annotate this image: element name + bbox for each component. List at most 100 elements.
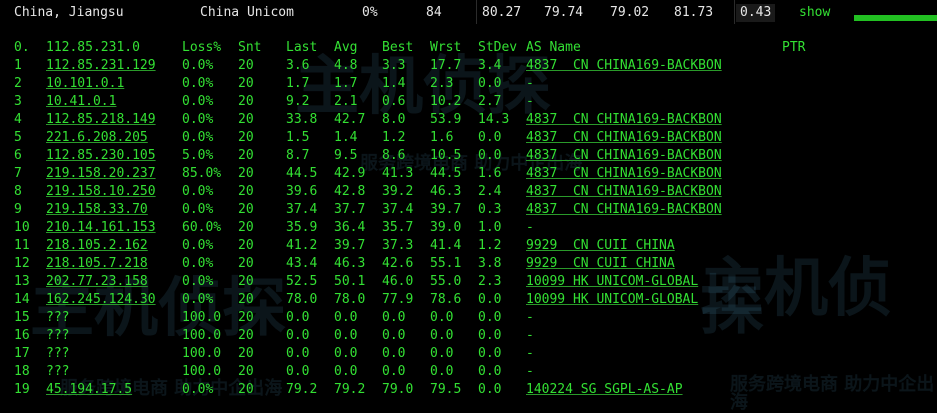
header-asname: AS Name <box>526 40 581 55</box>
hop-wrst: 39.0 <box>430 220 462 235</box>
hop-stdev: 0.0 <box>478 76 502 91</box>
hop-snt: 20 <box>238 292 254 307</box>
hop-loss: 85.0% <box>182 166 222 181</box>
hop-host[interactable]: 10.41.0.1 <box>46 93 116 111</box>
hop-number: 2 <box>14 76 22 91</box>
hop-wrst: 55.0 <box>430 274 462 289</box>
hop-last: 1.5 <box>286 130 310 145</box>
summary-divider <box>734 0 735 24</box>
hop-number: 18 <box>14 364 30 379</box>
hop-host[interactable]: 218.105.7.218 <box>46 255 148 273</box>
hop-loss: 60.0% <box>182 220 222 235</box>
hop-host[interactable]: 202.77.23.158 <box>46 273 148 291</box>
hop-asname[interactable]: 4837 CN CHINA169-BACKBON <box>526 147 722 165</box>
hop-host[interactable]: ??? <box>46 309 69 327</box>
hop-host[interactable]: ??? <box>46 363 69 381</box>
hop-asname[interactable]: 4837 CN CHINA169-BACKBON <box>526 201 722 219</box>
hop-asname[interactable]: - <box>526 219 534 237</box>
hop-host[interactable]: 218.105.2.162 <box>46 237 148 255</box>
hop-host[interactable]: 162.245.124.30 <box>46 291 156 309</box>
hop-snt: 20 <box>238 274 254 289</box>
hop-asname[interactable]: 4837 CN CHINA169-BACKBON <box>526 183 722 201</box>
hop-loss: 0.0% <box>182 130 214 145</box>
hop-snt: 20 <box>238 310 254 325</box>
hop-best: 0.0 <box>382 364 406 379</box>
hop-best: 37.3 <box>382 238 414 253</box>
hop-asname[interactable]: 4837 CN CHINA169-BACKBON <box>526 57 722 75</box>
hop-host[interactable]: 112.85.231.129 <box>46 57 156 75</box>
hop-asname[interactable]: 140224 SG SGPL-AS-AP <box>526 381 683 399</box>
hop-asname[interactable]: 10099 HK UNICOM-GLOBAL <box>526 273 698 291</box>
hop-host[interactable]: 45.194.17.5 <box>46 381 132 399</box>
hop-wrst: 53.9 <box>430 112 462 127</box>
hop-stdev: 3.8 <box>478 256 502 271</box>
hop-snt: 20 <box>238 184 254 199</box>
hop-wrst: 78.6 <box>430 292 462 307</box>
hop-last: 78.0 <box>286 292 318 307</box>
hop-wrst: 41.4 <box>430 238 462 253</box>
hop-best: 0.0 <box>382 346 406 361</box>
hop-wrst: 2.3 <box>430 76 454 91</box>
hop-asname[interactable]: 9929 CN CUII CHINA <box>526 237 675 255</box>
hop-loss: 100.0 <box>182 310 222 325</box>
hop-host[interactable]: ??? <box>46 345 69 363</box>
hop-asname[interactable]: 4837 CN CHINA169-BACKBON <box>526 165 722 183</box>
hop-asname[interactable]: 4837 CN CHINA169-BACKBON <box>526 129 722 147</box>
hop-number: 8 <box>14 184 22 199</box>
hop-best: 77.9 <box>382 292 414 307</box>
watermark-brand-3: 主机侦探 <box>700 252 892 344</box>
hop-best: 1.2 <box>382 130 406 145</box>
hop-snt: 20 <box>238 76 254 91</box>
hop-host[interactable]: 219.158.20.237 <box>46 165 156 183</box>
hop-asname[interactable]: 10099 HK UNICOM-GLOBAL <box>526 291 698 309</box>
hop-stdev: 0.0 <box>478 346 502 361</box>
hop-asname[interactable]: 4837 CN CHINA169-BACKBON <box>526 111 722 129</box>
hop-snt: 20 <box>238 166 254 181</box>
hop-stdev: 0.0 <box>478 148 502 163</box>
hop-best: 46.0 <box>382 274 414 289</box>
hop-asname[interactable]: - <box>526 345 534 363</box>
hop-host[interactable]: 221.6.208.205 <box>46 129 148 147</box>
show-button[interactable]: show <box>799 4 830 22</box>
hop-host[interactable]: 219.158.10.250 <box>46 183 156 201</box>
hop-host[interactable]: 210.14.161.153 <box>46 219 156 237</box>
hop-asname[interactable]: - <box>526 93 534 111</box>
hop-loss: 0.0% <box>182 58 214 73</box>
hop-loss: 100.0 <box>182 328 222 343</box>
hop-wrst: 10.2 <box>430 94 462 109</box>
hop-asname[interactable]: - <box>526 309 534 327</box>
hop-asname[interactable]: - <box>526 327 534 345</box>
hop-avg: 78.0 <box>334 292 366 307</box>
hop-host[interactable]: 112.85.218.149 <box>46 111 156 129</box>
header-last: Last <box>286 40 318 55</box>
hop-number: 11 <box>14 238 30 253</box>
hop-avg: 37.7 <box>334 202 366 217</box>
hop-wrst: 10.5 <box>430 148 462 163</box>
hop-loss: 100.0 <box>182 364 222 379</box>
hop-snt: 20 <box>238 112 254 127</box>
hop-host[interactable]: 219.158.33.70 <box>46 201 148 219</box>
hop-avg: 50.1 <box>334 274 366 289</box>
hop-last: 0.0 <box>286 346 310 361</box>
hop-avg: 4.8 <box>334 58 358 73</box>
hop-stdev: 2.7 <box>478 94 502 109</box>
hop-loss: 0.0% <box>182 184 214 199</box>
hop-stdev: 0.0 <box>478 292 502 307</box>
table-header: 0. 112.85.231.0 Loss% Snt Last Avg Best … <box>0 39 805 57</box>
hop-number: 3 <box>14 94 22 109</box>
hop-asname[interactable]: 9929 CN CUII CHINA <box>526 255 675 273</box>
location-label: China, Jiangsu <box>14 5 124 20</box>
hop-host[interactable]: 112.85.230.105 <box>46 147 156 165</box>
hop-stdev: 1.6 <box>478 166 502 181</box>
summary-avg: 79.74 <box>544 5 584 20</box>
hop-stdev: 0.0 <box>478 328 502 343</box>
hop-asname[interactable]: - <box>526 363 534 381</box>
hop-host[interactable]: ??? <box>46 327 69 345</box>
hop-best: 79.0 <box>382 382 414 397</box>
hop-wrst: 55.1 <box>430 256 462 271</box>
header-loss: Loss% <box>182 40 222 55</box>
hop-host[interactable]: 10.101.0.1 <box>46 75 124 93</box>
hop-asname[interactable]: - <box>526 75 534 93</box>
hop-loss: 0.0% <box>182 238 214 253</box>
hop-stdev: 2.4 <box>478 184 502 199</box>
